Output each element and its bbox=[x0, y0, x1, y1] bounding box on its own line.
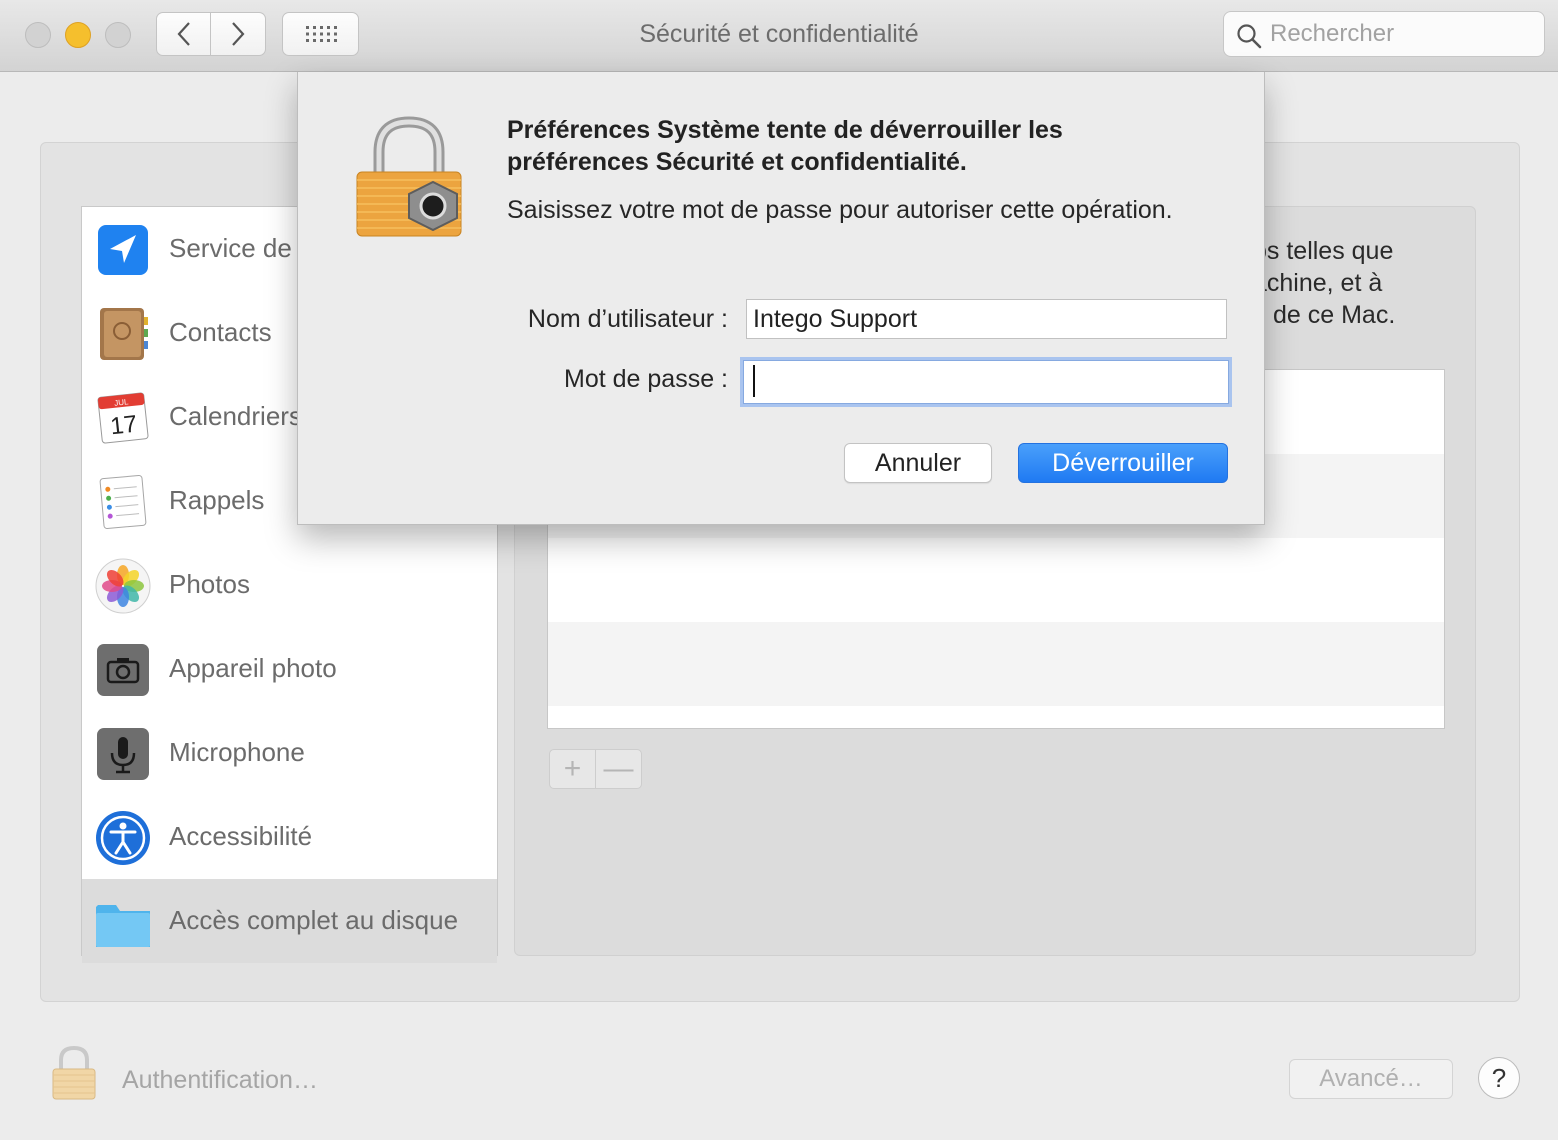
help-button[interactable]: ? bbox=[1478, 1057, 1520, 1099]
list-item[interactable] bbox=[548, 538, 1444, 622]
sidebar-item-microphone[interactable]: Microphone bbox=[82, 711, 497, 795]
search-input[interactable] bbox=[1270, 18, 1530, 50]
sidebar-item-accessibility[interactable]: Accessibilité bbox=[82, 795, 497, 879]
sidebar-item-camera[interactable]: Appareil photo bbox=[82, 627, 497, 711]
dialog-message: Saisissez votre mot de passe pour autori… bbox=[507, 196, 1173, 224]
search-field[interactable] bbox=[1223, 11, 1545, 57]
remove-app-button[interactable]: — bbox=[595, 749, 642, 789]
calendar-icon: JUL 17 bbox=[97, 392, 149, 444]
sidebar-item-label: Rappels bbox=[169, 485, 265, 515]
svg-text:JUL: JUL bbox=[114, 397, 130, 407]
password-field[interactable] bbox=[743, 360, 1229, 404]
sidebar-item-label: Calendriers bbox=[169, 401, 302, 431]
text-cursor bbox=[753, 365, 755, 397]
reminders-icon bbox=[99, 475, 147, 529]
sidebar-item-label: Accès complet au disque bbox=[169, 905, 459, 935]
dialog-heading: Préférences Système tente de déverrouill… bbox=[507, 116, 1063, 176]
authentication-dialog: Préférences Système tente de déverrouill… bbox=[297, 72, 1265, 525]
sidebar-item-label: Service de bbox=[169, 233, 292, 263]
photos-icon bbox=[95, 558, 151, 614]
advanced-button[interactable]: Avancé… bbox=[1289, 1059, 1453, 1099]
sidebar-item-full-disk-access[interactable]: Accès complet au disque bbox=[82, 879, 497, 963]
svg-text:17: 17 bbox=[109, 411, 138, 441]
add-app-button[interactable]: + bbox=[549, 749, 596, 789]
list-item[interactable] bbox=[548, 622, 1444, 706]
cancel-button[interactable]: Annuler bbox=[844, 443, 992, 483]
sidebar-item-label: Microphone bbox=[169, 737, 305, 767]
password-label: Mot de passe : bbox=[564, 365, 728, 393]
description-line: ps telles que bbox=[1253, 237, 1394, 265]
description-line: achine, et à bbox=[1253, 269, 1383, 297]
location-arrow-icon bbox=[98, 225, 148, 275]
sidebar-item-photos[interactable]: Photos bbox=[82, 543, 497, 627]
unlock-button[interactable]: Déverrouiller bbox=[1018, 443, 1228, 483]
folder-icon bbox=[96, 905, 150, 947]
contacts-book-icon bbox=[100, 308, 148, 360]
title-bar: Sécurité et confidentialité bbox=[0, 0, 1558, 72]
camera-icon bbox=[97, 644, 149, 696]
sidebar-item-label: Accessibilité bbox=[169, 821, 313, 851]
microphone-icon bbox=[97, 728, 149, 780]
accessibility-icon bbox=[96, 811, 150, 865]
sidebar-item-label: Photos bbox=[169, 569, 250, 599]
sidebar-item-label: Contacts bbox=[169, 317, 272, 347]
panel-description: ps telles que achine, et à de ce Mac. bbox=[1253, 235, 1463, 331]
description-line: de ce Mac. bbox=[1273, 301, 1396, 329]
authentication-status: Authentification… bbox=[122, 1066, 318, 1094]
search-icon bbox=[1237, 24, 1262, 49]
username-field[interactable] bbox=[746, 299, 1227, 339]
sidebar-item-label: Appareil photo bbox=[169, 653, 337, 683]
padlock-icon[interactable] bbox=[50, 1044, 98, 1102]
padlock-icon bbox=[356, 116, 462, 237]
username-label: Nom d’utilisateur : bbox=[527, 305, 728, 333]
